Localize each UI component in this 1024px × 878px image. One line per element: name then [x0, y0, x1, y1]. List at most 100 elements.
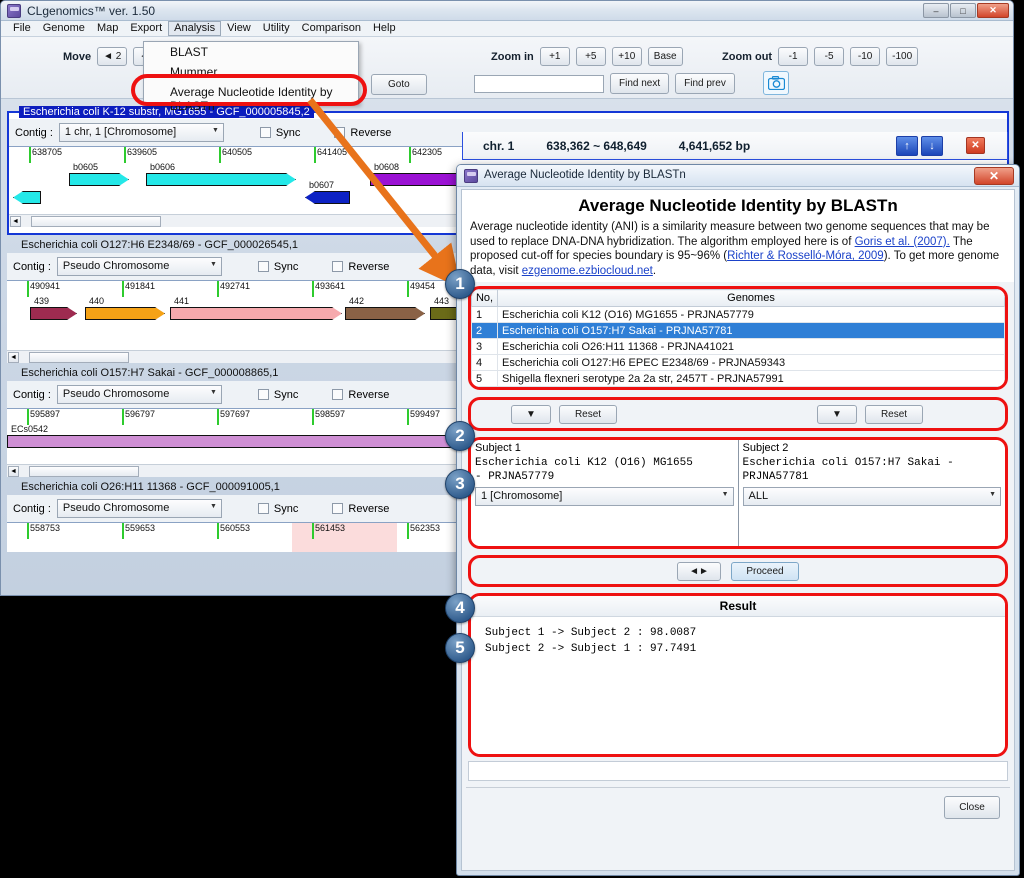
- gene-arrow[interactable]: [69, 173, 129, 186]
- menu-comparison[interactable]: Comparison: [296, 21, 367, 36]
- swap-subjects-button[interactable]: ◄►: [677, 561, 721, 581]
- menu-file[interactable]: File: [7, 21, 37, 36]
- close-button[interactable]: ✕: [977, 3, 1009, 18]
- move-panel-up-button[interactable]: ↑: [896, 135, 918, 156]
- reset-subject2-button[interactable]: Reset: [865, 404, 923, 424]
- gene-label: b0607: [309, 180, 335, 190]
- ani-dialog: Average Nucleotide Identity by BLASTn ✕ …: [445, 164, 1020, 876]
- close-panel-button[interactable]: ✕: [966, 137, 985, 154]
- sync-checkbox[interactable]: [259, 127, 271, 138]
- scroll-left-arrow[interactable]: ◄: [8, 466, 19, 477]
- reverse-checkbox-wrap[interactable]: Reverse: [332, 503, 389, 515]
- subject2-contig-select[interactable]: ALL: [742, 487, 1001, 506]
- proceed-button[interactable]: Proceed: [731, 561, 799, 581]
- subject1-assign-group: ▼ Reset: [511, 404, 617, 424]
- reverse-checkbox-wrap[interactable]: Reverse: [332, 389, 389, 401]
- reverse-checkbox[interactable]: [332, 389, 344, 400]
- proceed-section: ◄► Proceed: [468, 555, 1008, 587]
- zoom-in-1-button[interactable]: +1: [539, 47, 570, 66]
- contig-select[interactable]: Pseudo Chromosome: [56, 257, 222, 276]
- result-line-1: Subject 1 -> Subject 2 : 98.0087: [485, 627, 697, 639]
- move-label: Move: [63, 50, 92, 63]
- ani-dialog-close-button[interactable]: ✕: [974, 167, 1014, 185]
- reset-subject1-button[interactable]: Reset: [559, 404, 617, 424]
- sync-checkbox-wrap[interactable]: Sync: [259, 127, 300, 139]
- camera-icon[interactable]: [763, 71, 789, 95]
- assign-subject2-button[interactable]: ▼: [817, 404, 857, 424]
- ruler-tick-label: 560553: [220, 523, 251, 533]
- zoom-in-10-button[interactable]: +10: [611, 47, 642, 66]
- zoom-out-100-button[interactable]: -100: [886, 47, 919, 66]
- result-line-2: Subject 2 -> Subject 1 : 97.7491: [485, 643, 697, 655]
- menu-item-mummer[interactable]: Mummer: [144, 62, 358, 82]
- zoom-out-5-button[interactable]: -5: [814, 47, 845, 66]
- ruler-tick: [219, 147, 221, 163]
- contig-select[interactable]: Pseudo Chromosome: [56, 499, 222, 518]
- scroll-thumb[interactable]: [29, 466, 139, 477]
- menu-map[interactable]: Map: [91, 21, 124, 36]
- ezgenome-link[interactable]: ezgenome.ezbiocloud.net: [522, 265, 653, 277]
- gene-arrow[interactable]: [305, 191, 350, 204]
- menu-item-ani-blastn[interactable]: Average Nucleotide Identity by BLASTn: [144, 82, 358, 116]
- scroll-thumb[interactable]: [29, 352, 129, 363]
- goris-link[interactable]: Goris et al. (2007).: [855, 236, 950, 248]
- find-prev-button[interactable]: Find prev: [675, 73, 735, 94]
- contig-select[interactable]: Pseudo Chromosome: [56, 385, 222, 404]
- sync-checkbox[interactable]: [257, 261, 269, 272]
- genome-table-row[interactable]: 2 Escherichia coli O157:H7 Sakai - PRJNA5…: [471, 322, 1005, 339]
- maximize-button[interactable]: □: [950, 3, 976, 18]
- reverse-checkbox[interactable]: [334, 127, 346, 138]
- sync-checkbox[interactable]: [257, 389, 269, 400]
- gene-arrow[interactable]: [7, 435, 467, 448]
- move-panel-down-button[interactable]: ↓: [921, 135, 943, 156]
- ani-dialog-icon: [464, 169, 478, 183]
- menu-export[interactable]: Export: [124, 21, 168, 36]
- scroll-left-arrow[interactable]: ◄: [10, 216, 21, 227]
- reverse-checkbox[interactable]: [332, 261, 344, 272]
- menu-help[interactable]: Help: [367, 21, 402, 36]
- ani-description-block: Average Nucleotide Identity by BLASTn Av…: [462, 190, 1014, 282]
- zoom-out-1-button[interactable]: -1: [778, 47, 809, 66]
- contig-label: Contig :: [13, 260, 51, 273]
- sync-checkbox-wrap[interactable]: Sync: [257, 389, 298, 401]
- zoom-in-5-button[interactable]: +5: [575, 47, 606, 66]
- subject1-contig-select[interactable]: 1 [Chromosome]: [475, 487, 734, 506]
- gene-arrow[interactable]: [85, 307, 165, 320]
- gene-label: ECs0542: [11, 424, 49, 434]
- goto-button[interactable]: Goto: [371, 74, 427, 95]
- reverse-checkbox[interactable]: [332, 503, 344, 514]
- menu-utility[interactable]: Utility: [257, 21, 296, 36]
- menu-genome[interactable]: Genome: [37, 21, 91, 36]
- reverse-checkbox-wrap[interactable]: Reverse: [332, 261, 389, 273]
- menu-item-blast[interactable]: BLAST: [144, 42, 358, 62]
- dialog-close-button[interactable]: Close: [944, 796, 1000, 819]
- badge-3: 3: [445, 469, 475, 499]
- contig-select[interactable]: 1 chr, 1 [Chromosome]: [58, 123, 224, 142]
- genome-table-row[interactable]: 1 Escherichia coli K12 (O16) MG1655 - PRJ…: [471, 306, 1005, 323]
- gene-arrow[interactable]: [345, 307, 425, 320]
- richter-link[interactable]: Richter & Rosselló-Móra, 2009: [727, 250, 884, 262]
- gene-arrow[interactable]: [146, 173, 296, 186]
- find-next-button[interactable]: Find next: [610, 73, 670, 94]
- gene-arrow[interactable]: [30, 307, 77, 320]
- gene-label: b0608: [374, 162, 400, 172]
- sync-checkbox-wrap[interactable]: Sync: [257, 261, 298, 273]
- reverse-checkbox-wrap[interactable]: Reverse: [334, 127, 391, 139]
- search-input[interactable]: [474, 74, 604, 93]
- menu-view[interactable]: View: [221, 21, 257, 36]
- sync-checkbox[interactable]: [257, 503, 269, 514]
- scroll-thumb[interactable]: [31, 216, 161, 227]
- zoom-out-10-button[interactable]: -10: [850, 47, 881, 66]
- minimize-button[interactable]: –: [923, 3, 949, 18]
- genome-table-row[interactable]: 5 Shigella flexneri serotype 2a 2a str, 2…: [471, 370, 1005, 387]
- gene-arrow[interactable]: [170, 307, 342, 320]
- gene-arrow[interactable]: [13, 191, 41, 204]
- menu-analysis[interactable]: Analysis: [168, 21, 222, 36]
- move-back-2-button[interactable]: ◄ 2: [97, 47, 128, 66]
- scroll-left-arrow[interactable]: ◄: [8, 352, 19, 363]
- genome-table-row[interactable]: 3 Escherichia coli O26:H11 11368 - PRJNA4…: [471, 338, 1005, 355]
- genome-table-row[interactable]: 4 Escherichia coli O127:H6 EPEC E2348/69 …: [471, 354, 1005, 371]
- sync-checkbox-wrap[interactable]: Sync: [257, 503, 298, 515]
- zoom-base-button[interactable]: Base: [647, 47, 683, 66]
- assign-subject1-button[interactable]: ▼: [511, 404, 551, 424]
